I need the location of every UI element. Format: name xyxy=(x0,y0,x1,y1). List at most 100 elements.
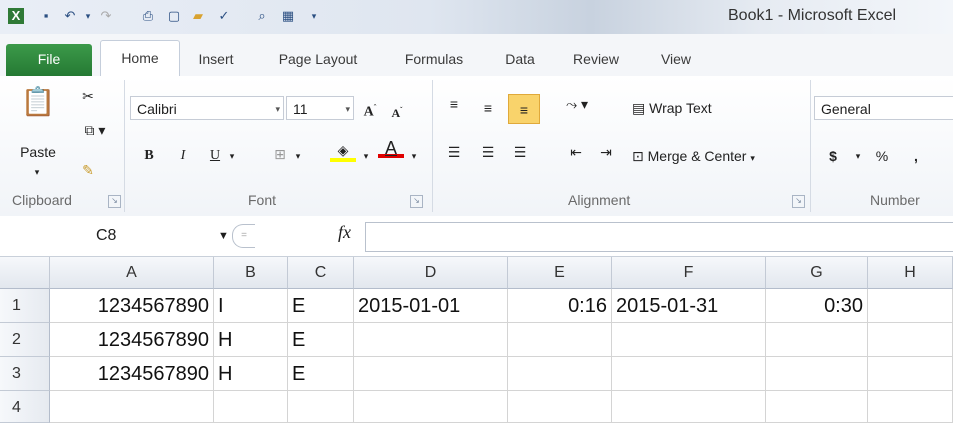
align-center-icon[interactable]: ☰ xyxy=(478,142,498,162)
cell-d3[interactable] xyxy=(354,357,508,391)
customize-toolbar-icon[interactable]: ▾ xyxy=(306,8,322,24)
cell-d4[interactable] xyxy=(354,391,508,423)
undo-dropdown-icon[interactable]: ▾ xyxy=(80,8,96,24)
cell-h4[interactable] xyxy=(868,391,953,423)
cell-h1[interactable] xyxy=(868,289,953,323)
column-header-c[interactable]: C xyxy=(288,257,354,289)
decrease-indent-icon[interactable]: ⇤ xyxy=(566,142,586,162)
column-header-h[interactable]: H xyxy=(868,257,953,289)
column-header-e[interactable]: E xyxy=(508,257,612,289)
align-top-icon[interactable]: ≡ xyxy=(444,94,464,114)
cell-c4[interactable] xyxy=(288,391,354,423)
currency-button[interactable]: $ xyxy=(826,146,840,166)
underline-button[interactable]: U xyxy=(208,146,222,166)
row-header-2[interactable]: 2 xyxy=(0,323,50,357)
column-header-f[interactable]: F xyxy=(612,257,766,289)
align-left-icon[interactable]: ☰ xyxy=(444,142,464,162)
print-icon[interactable]: ⎙ xyxy=(140,8,156,24)
name-box[interactable]: C8 ▼ xyxy=(4,222,236,250)
cell-a3[interactable]: 1234567890 xyxy=(50,357,214,391)
borders-dropdown-icon[interactable]: ▾ xyxy=(292,146,304,166)
align-middle-icon[interactable]: ≡ xyxy=(478,98,498,118)
font-family-select[interactable]: Calibri ▾ xyxy=(130,96,284,120)
new-file-icon[interactable]: ▢ xyxy=(166,8,182,24)
italic-button[interactable]: I xyxy=(176,146,190,166)
cell-e4[interactable] xyxy=(508,391,612,423)
save-icon[interactable]: ▪ xyxy=(38,8,54,24)
row-header-3[interactable]: 3 xyxy=(0,357,50,391)
paste-icon[interactable]: 📋 xyxy=(20,84,56,120)
tab-insert[interactable]: Insert xyxy=(190,46,242,76)
cell-g2[interactable] xyxy=(766,323,868,357)
cell-f1[interactable]: 2015-01-31 xyxy=(612,289,766,323)
format-painter-icon[interactable]: ✎ xyxy=(78,160,98,180)
comma-button[interactable]: , xyxy=(910,146,922,166)
chevron-down-icon[interactable]: ▼ xyxy=(218,222,229,250)
percent-button[interactable]: % xyxy=(874,146,890,166)
align-bottom-icon[interactable]: ≡ xyxy=(508,94,540,124)
tab-formulas[interactable]: Formulas xyxy=(394,46,474,76)
print-preview-icon[interactable]: ⌕ xyxy=(254,8,270,24)
tab-data[interactable]: Data xyxy=(498,46,542,76)
fill-color-icon[interactable]: ◈ xyxy=(330,140,356,162)
cell-a2[interactable]: 1234567890 xyxy=(50,323,214,357)
row-header-4[interactable]: 4 xyxy=(0,391,50,423)
cell-b4[interactable] xyxy=(214,391,288,423)
cell-h3[interactable] xyxy=(868,357,953,391)
font-color-dropdown-icon[interactable]: ▾ xyxy=(408,146,420,166)
cell-d1[interactable]: 2015-01-01 xyxy=(354,289,508,323)
paste-button[interactable]: Paste xyxy=(14,142,62,162)
merge-center-button[interactable]: ⊡ Merge & Center ▾ xyxy=(632,146,808,168)
font-color-icon[interactable]: A xyxy=(378,138,404,158)
align-right-icon[interactable]: ☰ xyxy=(510,142,530,162)
cell-b2[interactable]: H xyxy=(214,323,288,357)
bold-button[interactable]: B xyxy=(142,146,156,166)
currency-dropdown-icon[interactable]: ▾ xyxy=(852,146,864,166)
underline-dropdown-icon[interactable]: ▾ xyxy=(226,146,238,166)
cell-h2[interactable] xyxy=(868,323,953,357)
wrap-text-button[interactable]: ▤ Wrap Text xyxy=(632,98,752,118)
column-header-g[interactable]: G xyxy=(766,257,868,289)
tab-review[interactable]: Review xyxy=(566,46,626,76)
cell-b3[interactable]: H xyxy=(214,357,288,391)
cell-d2[interactable] xyxy=(354,323,508,357)
column-header-d[interactable]: D xyxy=(354,257,508,289)
cell-e3[interactable] xyxy=(508,357,612,391)
grow-font-icon[interactable]: Aˆ xyxy=(360,98,380,123)
cell-e1[interactable]: 0:16 xyxy=(508,289,612,323)
paste-dropdown-icon[interactable]: ▾ xyxy=(30,162,44,182)
cell-g1[interactable]: 0:30 xyxy=(766,289,868,323)
tab-view[interactable]: View xyxy=(652,46,700,76)
cell-c2[interactable]: E xyxy=(288,323,354,357)
formula-input[interactable] xyxy=(365,222,953,252)
quick-print-icon[interactable]: ▦ xyxy=(280,8,296,24)
cell-c1[interactable]: E xyxy=(288,289,354,323)
clipboard-launcher-icon[interactable]: ↘ xyxy=(108,195,121,208)
column-header-b[interactable]: B xyxy=(214,257,288,289)
font-size-select[interactable]: 11 ▾ xyxy=(286,96,354,120)
cell-g4[interactable] xyxy=(766,391,868,423)
tab-home[interactable]: Home xyxy=(100,40,180,77)
open-folder-icon[interactable]: ▰ xyxy=(190,8,206,24)
cell-f3[interactable] xyxy=(612,357,766,391)
cut-icon[interactable]: ✂ xyxy=(78,86,98,106)
tab-page-layout[interactable]: Page Layout xyxy=(266,46,370,76)
undo-icon[interactable]: ↶ xyxy=(62,8,78,24)
cell-f2[interactable] xyxy=(612,323,766,357)
increase-indent-icon[interactable]: ⇥ xyxy=(596,142,616,162)
fill-color-dropdown-icon[interactable]: ▾ xyxy=(360,146,372,166)
select-all-corner[interactable] xyxy=(0,257,50,289)
cell-g3[interactable] xyxy=(766,357,868,391)
cell-c3[interactable]: E xyxy=(288,357,354,391)
redo-icon[interactable]: ↷ xyxy=(98,8,114,24)
column-header-a[interactable]: A xyxy=(50,257,214,289)
insert-function-button[interactable]: fx xyxy=(338,222,351,243)
alignment-launcher-icon[interactable]: ↘ xyxy=(792,195,805,208)
spelling-icon[interactable]: ✓ xyxy=(216,8,232,24)
borders-icon[interactable]: ⊞ xyxy=(270,144,290,164)
shrink-font-icon[interactable]: Aˇ xyxy=(388,100,406,123)
copy-icon[interactable]: ⧉ ▾ xyxy=(78,120,112,140)
orientation-icon[interactable]: ⤳ ▾ xyxy=(560,94,594,114)
font-launcher-icon[interactable]: ↘ xyxy=(410,195,423,208)
cell-e2[interactable] xyxy=(508,323,612,357)
